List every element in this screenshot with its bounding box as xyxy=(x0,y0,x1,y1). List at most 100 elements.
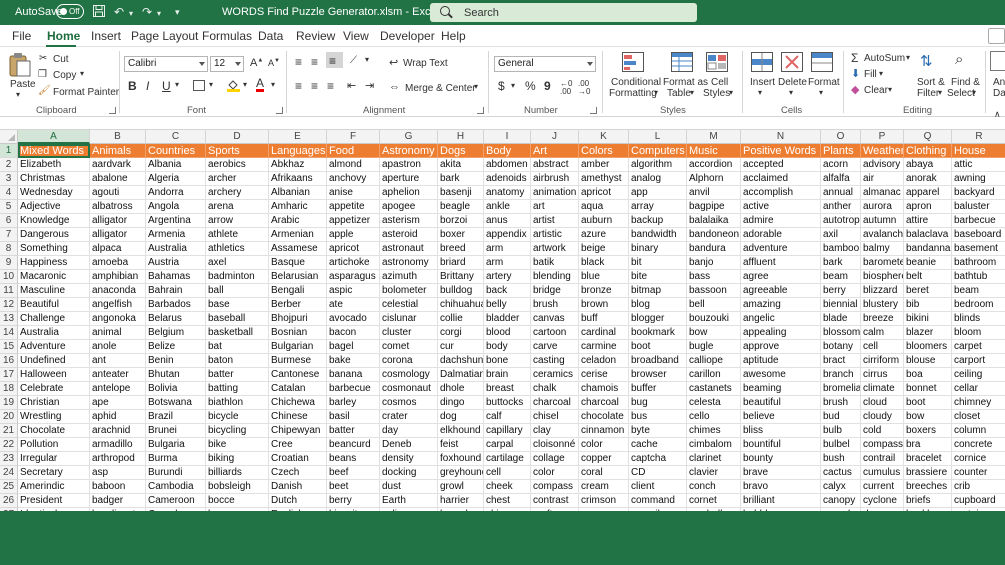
word-cell[interactable]: belly xyxy=(484,298,531,312)
row-header-2[interactable]: 2 xyxy=(0,158,18,172)
word-cell[interactable]: Assamese xyxy=(269,242,327,256)
word-cell[interactable]: Bahamas xyxy=(146,270,206,284)
category-header-cell[interactable]: Plants xyxy=(821,144,861,158)
column-header-c[interactable]: C xyxy=(146,130,206,144)
word-cell[interactable]: ceramics xyxy=(531,368,579,382)
word-cell[interactable]: aperture xyxy=(380,172,438,186)
share-icon[interactable] xyxy=(988,28,1005,44)
word-cell[interactable]: baluster xyxy=(952,200,1005,214)
word-cell[interactable]: Celebrate xyxy=(18,382,90,396)
category-header-cell[interactable]: Languages xyxy=(269,144,327,158)
word-cell[interactable]: bugle xyxy=(687,340,741,354)
word-cell[interactable]: Belgium xyxy=(146,326,206,340)
word-cell[interactable]: dog xyxy=(438,410,484,424)
word-cell[interactable]: Berber xyxy=(269,298,327,312)
word-cell[interactable]: acclaimed xyxy=(741,172,821,186)
word-cell[interactable]: bark xyxy=(438,172,484,186)
tab-help[interactable]: Help xyxy=(441,29,466,43)
wrap-text-button[interactable]: Wrap Text xyxy=(403,58,448,69)
word-cell[interactable]: bark xyxy=(821,256,861,270)
word-cell[interactable]: avalanche xyxy=(861,228,904,242)
word-cell[interactable]: bountiful xyxy=(741,438,821,452)
cell-styles-button[interactable]: Cell xyxy=(711,77,728,88)
word-cell[interactable]: array xyxy=(629,200,687,214)
word-cell[interactable]: appendix xyxy=(484,228,531,242)
word-cell[interactable]: cur xyxy=(438,340,484,354)
word-cell[interactable]: artistic xyxy=(531,228,579,242)
word-cell[interactable]: bandura xyxy=(687,242,741,256)
word-cell[interactable]: growl xyxy=(438,480,484,494)
word-cell[interactable]: brush xyxy=(531,298,579,312)
word-cell[interactable]: Elizabeth xyxy=(18,158,90,172)
word-cell[interactable]: chamois xyxy=(579,382,629,396)
tab-page-layout[interactable]: Page Layout xyxy=(131,29,198,43)
word-cell[interactable]: amphibian xyxy=(90,270,146,284)
word-cell[interactable]: arm xyxy=(484,242,531,256)
row-header-20[interactable]: 20 xyxy=(0,410,18,424)
word-cell[interactable]: bone xyxy=(484,354,531,368)
word-cell[interactable]: bat xyxy=(206,340,269,354)
word-cell[interactable]: anus xyxy=(484,214,531,228)
row-header-9[interactable]: 9 xyxy=(0,256,18,270)
word-cell[interactable]: boxer xyxy=(438,228,484,242)
word-cell[interactable]: admire xyxy=(741,214,821,228)
word-cell[interactable]: baton xyxy=(206,354,269,368)
word-cell[interactable]: anaconda xyxy=(90,284,146,298)
word-cell[interactable]: color xyxy=(579,438,629,452)
word-cell[interactable]: archer xyxy=(206,172,269,186)
font-color-dropdown-icon[interactable]: ▾ xyxy=(271,80,275,89)
word-cell[interactable]: Bhutan xyxy=(146,368,206,382)
cell-styles-dropdown-icon[interactable]: ▾ xyxy=(729,88,733,97)
word-cell[interactable]: biathlon xyxy=(206,396,269,410)
word-cell[interactable]: bus xyxy=(629,410,687,424)
word-cell[interactable]: bib xyxy=(904,298,952,312)
word-cell[interactable]: apricot xyxy=(327,242,380,256)
word-cell[interactable]: bloomers xyxy=(904,340,952,354)
word-cell[interactable]: awesome xyxy=(741,368,821,382)
word-cell[interactable]: artwork xyxy=(531,242,579,256)
word-cell[interactable]: banjo xyxy=(687,256,741,270)
word-cell[interactable]: Bahrain xyxy=(146,284,206,298)
word-cell[interactable]: arrow xyxy=(206,214,269,228)
undo-dropdown-icon[interactable]: ▾ xyxy=(129,9,133,18)
align-left-icon[interactable]: ≡ xyxy=(295,79,302,93)
word-cell[interactable]: banana xyxy=(327,368,380,382)
word-cell[interactable]: art xyxy=(531,200,579,214)
word-cell[interactable]: Earth xyxy=(380,494,438,508)
word-cell[interactable]: Armenian xyxy=(269,228,327,242)
word-cell[interactable]: command xyxy=(629,494,687,508)
word-cell[interactable]: alfalfa xyxy=(821,172,861,186)
word-cell[interactable]: barbecue xyxy=(952,214,1005,228)
word-cell[interactable]: client xyxy=(629,480,687,494)
column-header-b[interactable]: B xyxy=(90,130,146,144)
row-header-10[interactable]: 10 xyxy=(0,270,18,284)
word-cell[interactable]: brain xyxy=(484,368,531,382)
row-header-4[interactable]: 4 xyxy=(0,186,18,200)
paste-button[interactable]: Paste xyxy=(10,79,36,90)
word-cell[interactable]: column xyxy=(952,424,1005,438)
word-cell[interactable]: almond xyxy=(327,158,380,172)
word-cell[interactable]: akita xyxy=(438,158,484,172)
word-cell[interactable]: cactus xyxy=(821,466,861,480)
word-cell[interactable]: boxers xyxy=(904,424,952,438)
word-cell[interactable]: bandanna xyxy=(904,242,952,256)
word-cell[interactable]: Botswana xyxy=(146,396,206,410)
word-cell[interactable]: Dalmatian xyxy=(438,368,484,382)
word-cell[interactable]: density xyxy=(380,452,438,466)
word-cell[interactable]: body xyxy=(484,340,531,354)
word-cell[interactable]: binary xyxy=(629,242,687,256)
word-cell[interactable]: ceiling xyxy=(952,368,1005,382)
tab-formulas[interactable]: Formulas xyxy=(202,29,252,43)
word-cell[interactable]: cupboard xyxy=(952,494,1005,508)
row-header-23[interactable]: 23 xyxy=(0,452,18,466)
word-cell[interactable]: bouzouki xyxy=(687,312,741,326)
category-header-cell[interactable]: Astronomy xyxy=(380,144,438,158)
word-cell[interactable]: basenji xyxy=(438,186,484,200)
word-cell[interactable]: cosmos xyxy=(380,396,438,410)
word-cell[interactable]: greyhound xyxy=(438,466,484,480)
category-header-cell[interactable]: Weather xyxy=(861,144,904,158)
word-cell[interactable]: Secretary xyxy=(18,466,90,480)
word-cell[interactable]: celestial xyxy=(380,298,438,312)
delete-dropdown-icon[interactable]: ▾ xyxy=(789,88,793,97)
word-cell[interactable]: animation xyxy=(531,186,579,200)
